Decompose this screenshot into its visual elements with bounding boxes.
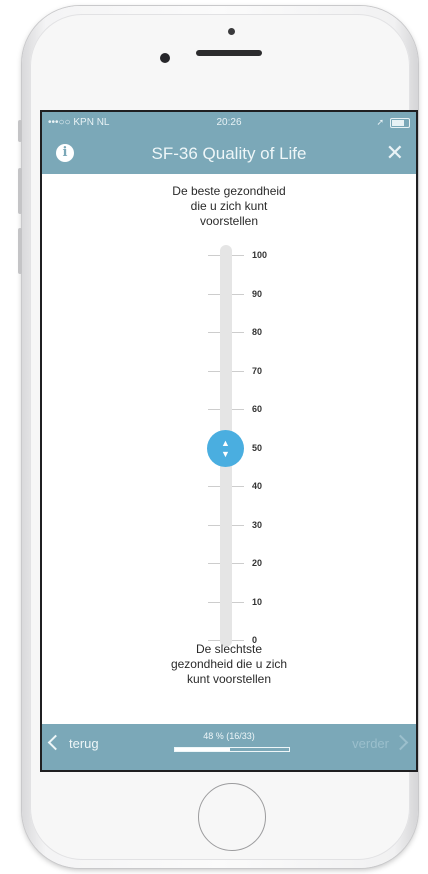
scale-tick-label: 100 [252,250,268,260]
scale-tick-label: 60 [252,404,263,414]
scale-tick [232,524,244,526]
scale-tick-label: 40 [252,481,263,491]
proximity-sensor [228,28,235,35]
scale-tick-label: 90 [252,288,263,299]
scale-top-label: De beste gezondheid die u zich kunt voor… [42,184,416,229]
scale-tick [208,640,220,641]
chevron-right-icon [392,734,409,751]
scale-tick [232,601,244,603]
progress-bar [174,747,290,752]
earpiece-speaker [196,50,262,56]
scale-tick [232,332,244,333]
scale-tick-label: 70 [252,365,263,376]
nav-bar: i SF-36 Quality of Life ✕ [42,134,416,174]
scale-tick [232,486,244,487]
scale-tick [208,563,220,564]
scale-tick [232,255,244,256]
scale-tick [208,255,220,256]
arrow-down-icon: ▼ [221,448,230,459]
status-time: 20:26 [216,117,242,128]
next-button-label: verder [352,736,389,751]
bottom-label-line: gezondheid die u zich [170,657,288,671]
arrow-up-icon: ▲ [221,437,230,448]
top-label-line: voorstellen [199,214,259,228]
status-bar: •••○○ KPN NL 20:26 ➚ [42,112,416,134]
scale-tick [208,601,220,603]
home-button[interactable] [198,783,266,851]
scale-tick [208,332,220,333]
scale-tick-label: 20 [252,558,263,568]
scale-tick [232,409,244,410]
volume-down-button [18,228,22,274]
mute-switch [18,120,22,142]
front-camera [160,53,170,63]
scale-tick-label: 30 [252,519,263,530]
battery-icon [390,118,410,128]
scale-tick [208,370,220,372]
scale-tick [232,640,244,641]
close-icon[interactable]: ✕ [386,142,404,164]
scale-tick [208,409,220,410]
scale-tick [232,293,244,295]
page-title: SF-36 Quality of Life [151,144,307,163]
progress-fill [175,748,230,751]
scale-tick-label: 80 [252,327,263,337]
app-screen: •••○○ KPN NL 20:26 ➚ i SF-36 Quality of … [42,112,416,770]
bottom-bar: terug 48 % (16/33) verder [42,724,416,770]
scale-tick-label: 10 [252,596,263,607]
volume-up-button [18,168,22,214]
next-button[interactable]: verder [352,734,409,751]
scale-tick [232,370,244,372]
scale-tick [208,524,220,526]
slider-thumb[interactable]: ▲ ▼ [207,429,244,467]
scale-tick [208,486,220,487]
scale-tick [232,563,244,564]
top-label-line: die u zich kunt [190,199,268,213]
top-label-line: De beste gezondheid [172,184,286,198]
bottom-label-line: De slechtste [195,642,263,656]
scale-tick [208,293,220,295]
location-icon: ➚ [376,117,384,127]
bottom-label-line: kunt voorstellen [186,672,272,686]
scale-bottom-label: De slechtste gezondheid die u zich kunt … [42,642,416,687]
scale-tick-label: 50 [252,442,263,453]
